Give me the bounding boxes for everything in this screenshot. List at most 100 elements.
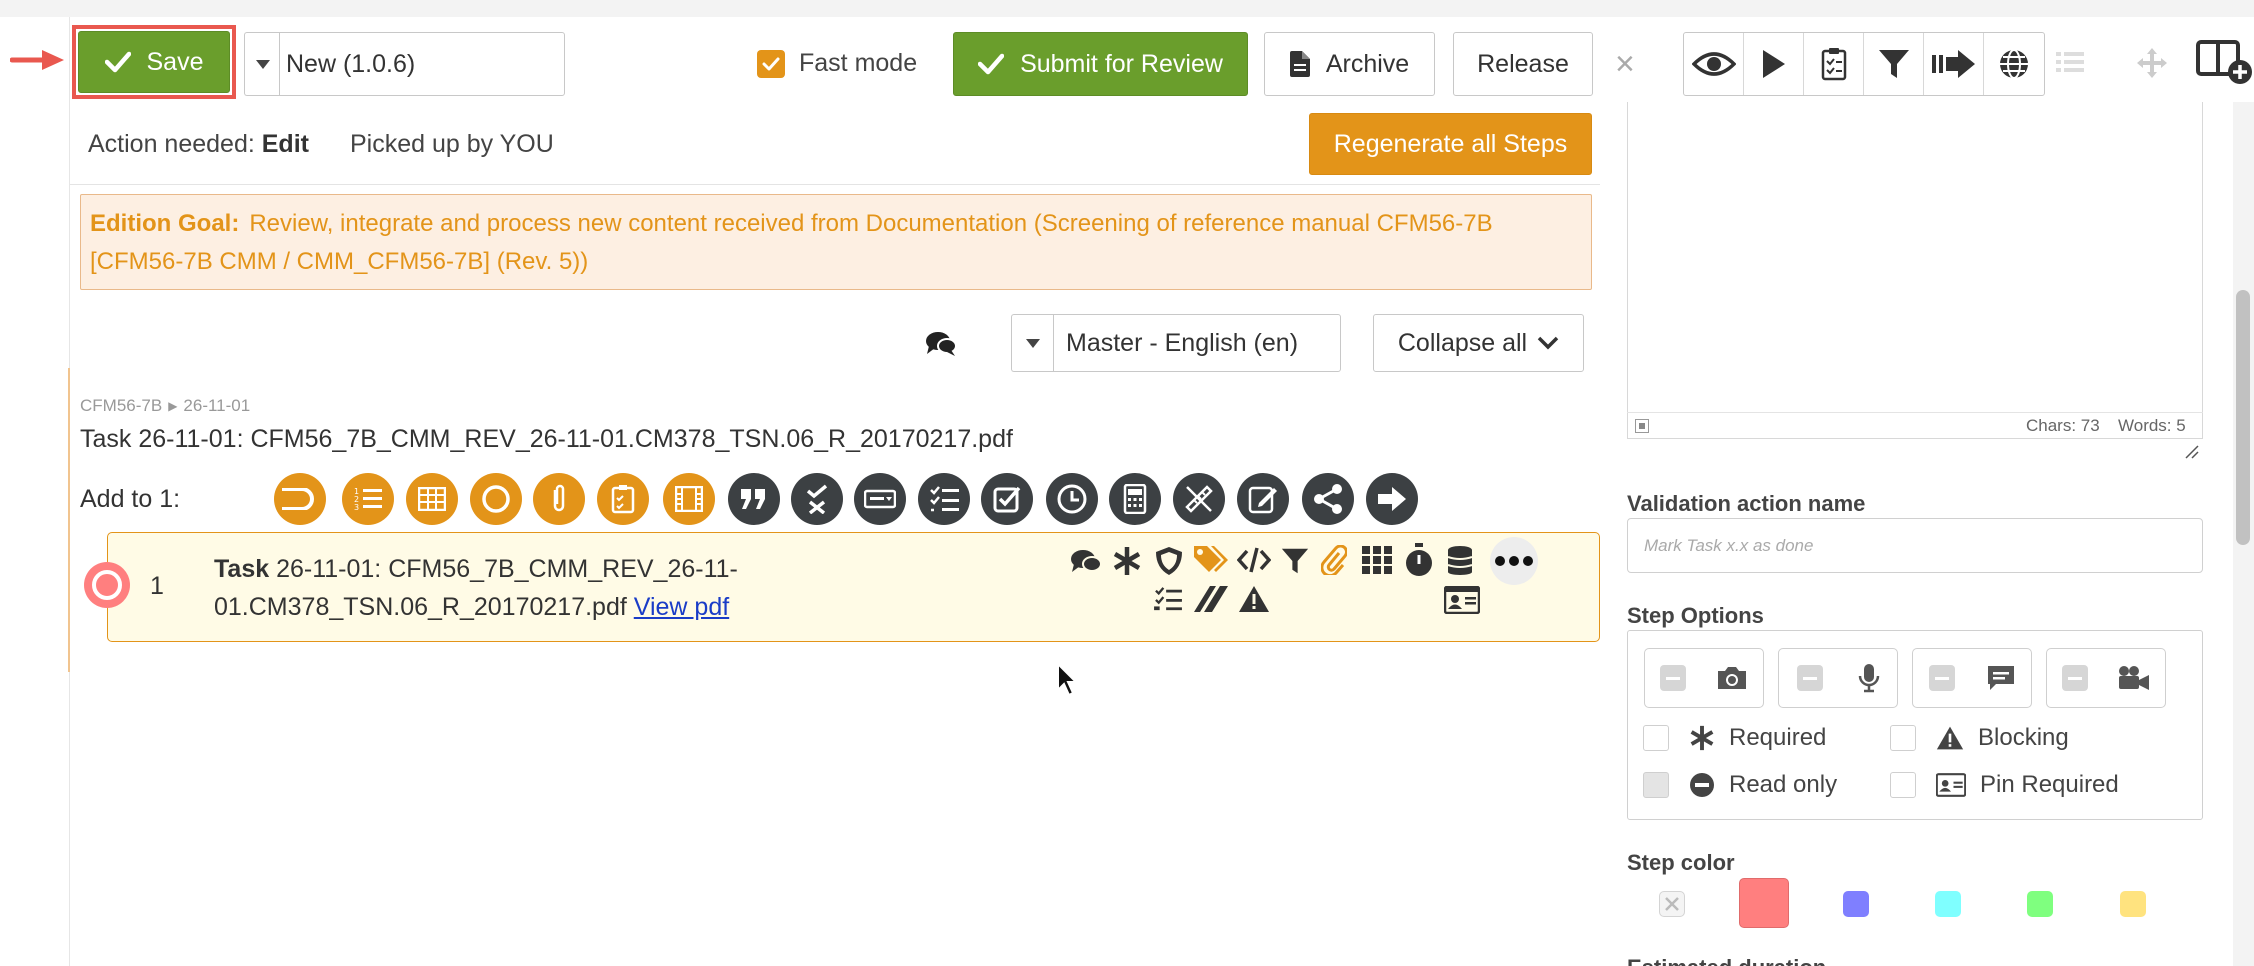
save-button[interactable]: Save bbox=[78, 31, 230, 93]
photo-option-group[interactable] bbox=[1644, 648, 1764, 708]
breadcrumb-root[interactable]: CFM56-7B bbox=[80, 396, 162, 416]
release-button[interactable]: Release bbox=[1453, 32, 1593, 96]
scrollbar-thumb[interactable] bbox=[2236, 290, 2250, 545]
list-icon[interactable] bbox=[2056, 50, 2084, 74]
add-checkbox-icon[interactable] bbox=[981, 473, 1033, 525]
archive-button[interactable]: Archive bbox=[1264, 32, 1435, 96]
section-indent-line bbox=[68, 368, 70, 672]
add-signature-icon[interactable] bbox=[1237, 473, 1289, 525]
color-swatch-red-selected[interactable] bbox=[1739, 878, 1789, 928]
move-icon[interactable] bbox=[2137, 48, 2167, 78]
video-toggle[interactable] bbox=[2061, 665, 2088, 691]
add-share-icon[interactable] bbox=[1302, 473, 1354, 525]
filter-icon[interactable] bbox=[1864, 33, 1924, 95]
photo-toggle[interactable] bbox=[1660, 665, 1686, 691]
regenerate-all-steps-button[interactable]: Regenerate all Steps bbox=[1309, 113, 1592, 175]
read-only-checkbox[interactable] bbox=[1643, 772, 1669, 798]
validation-action-input[interactable]: Mark Task x.x as done bbox=[1627, 518, 2203, 573]
option-required[interactable]: Required bbox=[1643, 724, 1826, 752]
audio-toggle[interactable] bbox=[1796, 665, 1823, 691]
comments-icon[interactable] bbox=[925, 330, 957, 358]
resize-handle-icon[interactable] bbox=[2184, 444, 2200, 460]
option-pin-required[interactable]: Pin Required bbox=[1890, 771, 2119, 799]
step-status-icon[interactable] bbox=[84, 562, 130, 608]
fast-mode-checkbox[interactable] bbox=[757, 49, 785, 78]
add-checklist-lines-icon[interactable] bbox=[918, 473, 970, 525]
breadcrumb: CFM56-7B ▶ 26-11-01 bbox=[80, 396, 250, 416]
option-blocking[interactable]: Blocking bbox=[1890, 724, 2069, 752]
color-swatch-cyan[interactable] bbox=[1935, 891, 1961, 917]
video-option-group[interactable] bbox=[2046, 648, 2166, 708]
step-slope-icon[interactable] bbox=[1194, 586, 1228, 612]
clipboard-check-icon[interactable] bbox=[1804, 33, 1864, 95]
add-table-icon[interactable] bbox=[406, 473, 458, 525]
step-checklist-icon[interactable] bbox=[1153, 586, 1183, 612]
blocking-checkbox[interactable] bbox=[1890, 725, 1916, 751]
editor-footer: Chars: 73 Words: 5 bbox=[1627, 412, 2203, 439]
preview-eye-icon[interactable] bbox=[1684, 33, 1744, 95]
collapse-all-button[interactable]: Collapse all bbox=[1373, 314, 1584, 372]
add-panel-icon[interactable] bbox=[2196, 40, 2254, 86]
step-color-title: Step color bbox=[1627, 850, 1735, 875]
play-icon[interactable] bbox=[1744, 33, 1804, 95]
editor-source-icon[interactable] bbox=[1635, 419, 1649, 433]
step-grid-icon[interactable] bbox=[1362, 546, 1392, 574]
version-select[interactable]: New (1.0.6) bbox=[279, 32, 565, 96]
language-dropdown-toggle[interactable] bbox=[1011, 314, 1053, 372]
color-swatch-blue[interactable] bbox=[1843, 891, 1869, 917]
color-swatch-green[interactable] bbox=[2027, 891, 2053, 917]
step-comments-icon[interactable] bbox=[1070, 548, 1102, 576]
add-checklist-icon[interactable] bbox=[597, 473, 649, 525]
add-input-field-icon[interactable] bbox=[854, 473, 906, 525]
submit-for-review-button[interactable]: Submit for Review bbox=[953, 32, 1248, 96]
step-database-icon[interactable] bbox=[1447, 545, 1473, 575]
add-to-label: Add to 1: bbox=[80, 485, 181, 513]
add-arrow-right-icon[interactable] bbox=[1366, 473, 1418, 525]
pin-required-checkbox[interactable] bbox=[1890, 772, 1916, 798]
comment-option-group[interactable] bbox=[1912, 648, 2032, 708]
color-swatch-none[interactable] bbox=[1659, 891, 1685, 917]
add-circle-icon[interactable] bbox=[470, 473, 522, 525]
rich-text-editor[interactable] bbox=[1627, 102, 2203, 439]
language-select[interactable]: Master - English (en) bbox=[1053, 314, 1341, 372]
add-section-icon[interactable] bbox=[274, 473, 326, 525]
add-check-cross-icon[interactable] bbox=[791, 473, 843, 525]
color-swatch-yellow[interactable] bbox=[2120, 891, 2146, 917]
add-calculator-icon[interactable] bbox=[1109, 473, 1161, 525]
add-measure-icon[interactable] bbox=[1173, 473, 1225, 525]
add-quote-icon[interactable] bbox=[728, 473, 780, 525]
caret-down-icon bbox=[255, 59, 270, 69]
next-arrow-icon[interactable] bbox=[1924, 33, 1984, 95]
step-code-icon[interactable] bbox=[1237, 546, 1271, 574]
add-clock-icon[interactable] bbox=[1046, 473, 1098, 525]
version-dropdown-toggle[interactable] bbox=[244, 32, 280, 96]
annotation-arrow-icon bbox=[10, 48, 66, 72]
step-filter-icon[interactable] bbox=[1281, 547, 1309, 575]
close-icon[interactable]: × bbox=[1615, 44, 1635, 84]
audio-option-group[interactable] bbox=[1778, 648, 1898, 708]
view-pdf-link[interactable]: View pdf bbox=[634, 593, 729, 621]
language-value: Master - English (en) bbox=[1066, 328, 1299, 357]
chevron-down-icon bbox=[1537, 336, 1559, 350]
step-id-card-icon[interactable] bbox=[1444, 586, 1480, 614]
add-numbered-list-icon[interactable]: 123 bbox=[342, 473, 394, 525]
step-stopwatch-icon[interactable] bbox=[1404, 543, 1434, 577]
step-paperclip-icon[interactable] bbox=[1321, 545, 1347, 575]
comment-toggle[interactable] bbox=[1928, 665, 1955, 691]
step-shield-icon[interactable] bbox=[1155, 546, 1183, 576]
step-warning-icon[interactable] bbox=[1238, 585, 1270, 613]
step-required-icon[interactable] bbox=[1113, 546, 1141, 576]
breadcrumb-leaf[interactable]: 26-11-01 bbox=[183, 396, 250, 416]
pin-required-label: Pin Required bbox=[1980, 771, 2119, 798]
step-kind: Task bbox=[214, 555, 270, 583]
warning-icon bbox=[1936, 725, 1964, 751]
option-read-only[interactable]: Read only bbox=[1643, 771, 1837, 799]
add-film-icon[interactable] bbox=[663, 473, 715, 525]
step-more-icon[interactable] bbox=[1490, 537, 1538, 585]
regenerate-label: Regenerate all Steps bbox=[1333, 129, 1568, 158]
globe-icon[interactable] bbox=[1984, 33, 2044, 95]
required-checkbox[interactable] bbox=[1643, 725, 1669, 751]
add-attachment-icon[interactable] bbox=[533, 473, 585, 525]
step-tags-icon[interactable] bbox=[1193, 544, 1229, 574]
fast-mode-toggle[interactable]: Fast mode bbox=[757, 49, 917, 78]
